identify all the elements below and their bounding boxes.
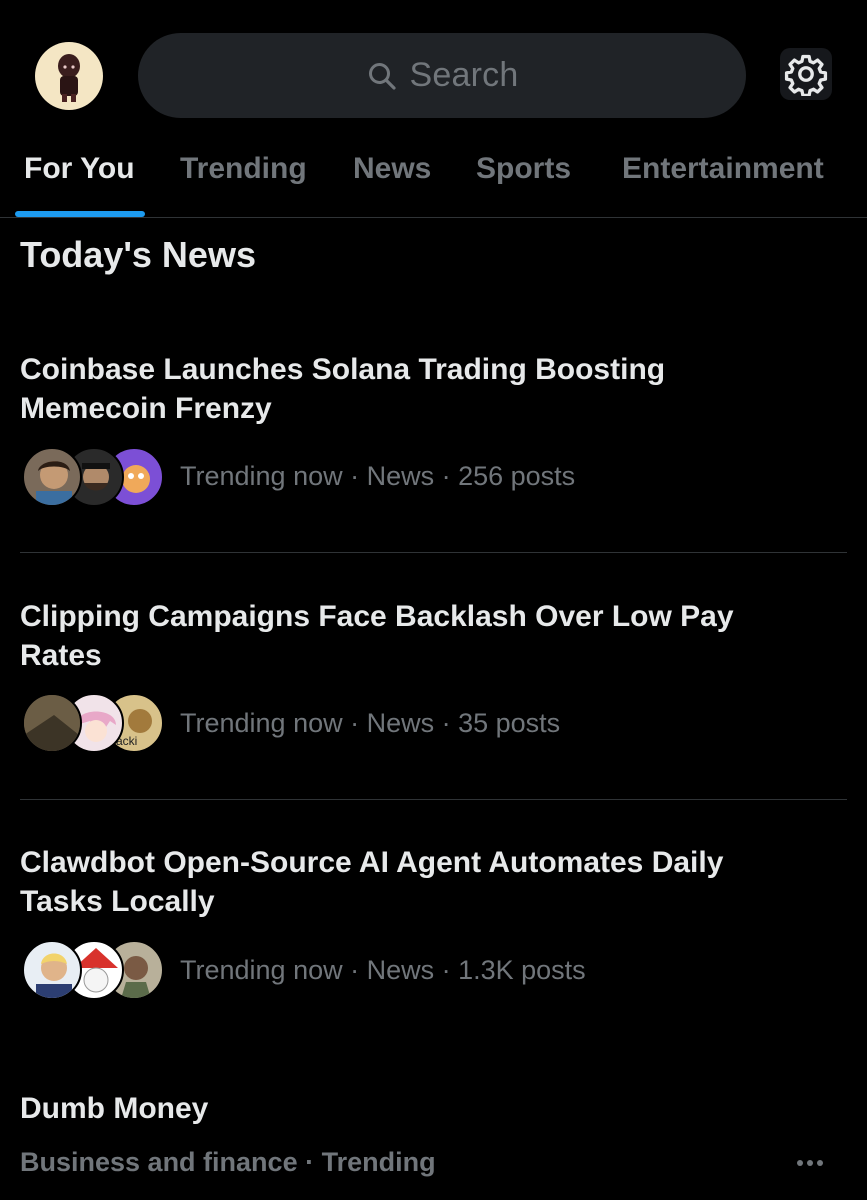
explore-tabs: For You Trending News Sports Entertainme… xyxy=(0,140,867,218)
active-tab-indicator xyxy=(15,211,145,217)
tab-news[interactable]: News xyxy=(353,152,431,186)
story-meta: Trending now · News · 35 posts xyxy=(180,708,561,738)
divider xyxy=(20,552,847,553)
poster-avatar xyxy=(22,940,82,1000)
poster-avatars xyxy=(22,940,164,1002)
story-title: Clawdbot Open-Source AI Agent Automates … xyxy=(20,846,724,918)
news-story[interactable]: Clawdbot Open-Source AI Agent Automates … xyxy=(0,843,867,1043)
settings-button[interactable] xyxy=(780,48,832,100)
more-options-icon[interactable] xyxy=(797,1150,831,1176)
poster-avatar xyxy=(22,447,82,507)
divider xyxy=(20,799,847,800)
story-meta: Trending now · News · 1.3K posts xyxy=(180,955,586,985)
news-story[interactable]: Coinbase Launches Solana Trading Boostin… xyxy=(0,350,867,550)
search-bar[interactable]: Search xyxy=(138,33,746,118)
trend-title[interactable]: Dumb Money xyxy=(20,1092,208,1126)
tab-entertainment[interactable]: Entertainment xyxy=(622,152,824,186)
poster-avatar xyxy=(22,693,82,753)
tab-sports[interactable]: Sports xyxy=(476,152,571,186)
trend-subtitle: Business and finance · Trending xyxy=(20,1147,436,1177)
story-meta: Trending now · News · 256 posts xyxy=(180,461,576,491)
poster-avatars xyxy=(22,447,164,509)
search-icon xyxy=(368,62,396,90)
top-bar: Search xyxy=(0,0,867,150)
poster-avatars: acki xyxy=(22,693,164,755)
news-story[interactable]: Clipping Campaigns Face Backlash Over Lo… xyxy=(0,597,867,797)
profile-avatar[interactable] xyxy=(35,42,103,110)
search-placeholder: Search xyxy=(409,56,519,94)
gear-icon xyxy=(784,54,828,96)
section-title: Today's News xyxy=(20,234,256,275)
story-title: Coinbase Launches Solana Trading Boostin… xyxy=(20,353,666,425)
avatar-figure-icon xyxy=(58,54,80,102)
tab-trending[interactable]: Trending xyxy=(180,152,307,186)
explore-page: Search For You Trending News Sports Ente… xyxy=(0,0,867,1200)
tab-for-you[interactable]: For You xyxy=(24,152,135,186)
story-title: Clipping Campaigns Face Backlash Over Lo… xyxy=(20,600,734,672)
